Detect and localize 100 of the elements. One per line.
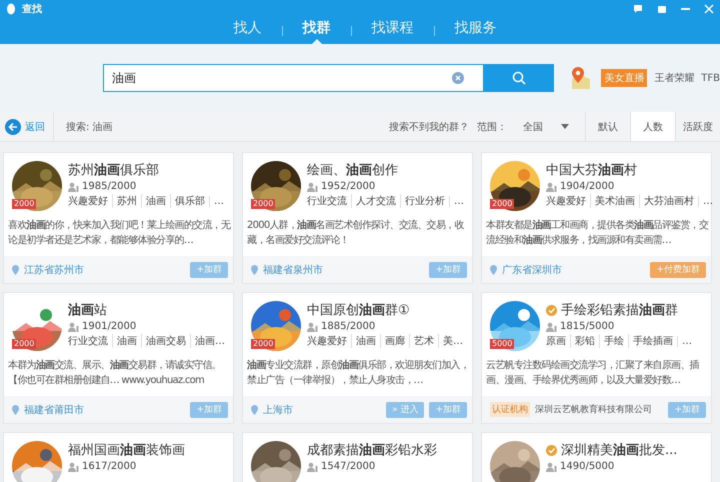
caret-icon [561,124,569,129]
group-description: 本群友都是油画工和画商，提供各类油画品评鉴赏，交流经验和油画供求服务，找画源和有卖画需… [485,218,710,248]
member-count: 1885/2000 [321,321,376,332]
location-text: 福建省泉州市 [263,264,323,276]
search-field[interactable]: 油画 [103,64,484,92]
group-tag: 油画 [112,334,141,348]
group-tag: 原画 [546,334,570,348]
member-count: 1547/2000 [321,461,376,472]
group-tag: 彩铅 [570,334,599,348]
group-tag: … [449,196,468,206]
group-description: 油画专业交流群，原创油画俱乐部，欢迎朋友们加入，禁止广告（一律举报），禁止人身攻击，… [246,358,470,388]
location-text: 福建省莆田市 [24,404,84,416]
help-link[interactable]: 搜索不到我的群？ [389,120,469,134]
group-card[interactable]: 成都素描油画彩铅水彩 1547/2000 [242,432,473,482]
members-icon [307,322,318,332]
location-text: 广东省深圳市 [502,264,562,276]
member-count: 1815/5000 [560,321,614,332]
range-dropdown[interactable]: 全国 [517,118,575,134]
group-name: 手绘彩铅素描油画群 [561,302,678,319]
group-card[interactable]: 2000 绘画、油画创作 1952/2000 行业交流 人才交流 行业分析 … 2000人群，油画名画艺术创作探讨、交流、交易，收藏，名画爱好交流评论！ 福建省泉州市 +加群 [242,152,473,284]
capacity-badge: 2000 [12,199,36,209]
group-tag: 行业交流 [307,194,351,208]
clear-icon [452,72,464,84]
sort-tab[interactable]: 人数 [630,112,675,141]
group-tag: 兴趣爱好 [68,194,112,208]
group-tag: 油画… [190,334,229,348]
group-tag: 手绘 [599,334,628,348]
members-icon [68,182,79,192]
chat-icon [633,4,643,14]
location-pin-icon [251,404,258,414]
verified-icon [546,444,557,456]
group-tag: 美… [438,334,467,348]
capacity-badge: 2000 [490,199,514,209]
group-name: 成都素描油画彩铅水彩 [307,442,437,459]
search-query-text: 搜索: 油画 [66,120,113,134]
verified-icon [546,304,557,316]
capacity-badge: 5000 [490,339,514,349]
sort-tab[interactable]: 活跃度 [675,112,720,141]
group-card[interactable]: 2000 苏州油画俱乐部 1985/2000 兴趣爱好 苏州 油画 俱乐部 … 喜欢油画的你，快来加入我们吧！莱上绘画的交流，无论是初学者还是艺术家，都能够体验分享的… 江苏省苏州市 +加群 [3,152,234,284]
group-name: 苏州油画俱乐部 [68,162,159,179]
capacity-badge: 2000 [251,199,276,209]
group-card[interactable]: 2000 油画站 1901/2000 行业交流 油画 油画交易 油画… 本群为油画交流、展示、油画交易群，请诚实守信。【你也可在群相册创建自… www.youhuaz.com 福建省莆田市 +加群 [3,292,234,424]
group-name: 油画站 [68,302,107,319]
organization-name: 深圳云艺帆教育科技有限公司 [535,403,652,416]
capacity-badge: 2000 [251,339,276,349]
search-button[interactable] [484,64,554,92]
capacity-badge: 2000 [12,339,36,349]
group-tag: 行业交流 [68,334,112,348]
group-name: 绘画、油画创作 [307,162,398,179]
group-tag: … [209,196,228,206]
group-tag: 油画 [141,194,170,208]
group-tag: 油画 [351,334,380,348]
location-pin-icon [12,404,19,414]
search-icon [512,71,526,85]
group-tag: 俱乐部 [170,194,209,208]
group-tag: 美术油画 [590,194,639,208]
group-tag: … [677,336,696,346]
group-tag: 苏州 [112,194,141,208]
group-description: 本群为油画交流、展示、油画交易群，请诚实守信。【你也可在群相册创建自… www.youhuaz.com [7,358,222,388]
hot-word-link[interactable]: TFB [701,72,720,84]
members-icon [546,462,557,472]
location-text: 江苏省苏州市 [24,264,84,276]
group-tag: 大芬油画村 [639,194,698,208]
location-text: 上海市 [263,404,293,416]
member-count: 1490/5000 [560,461,614,472]
members-icon [68,462,79,472]
group-description: 2000人群，油画名画艺术创作探讨、交流、交易，收藏，名画爱好交流评论！ [246,218,465,248]
member-count: 1617/2000 [82,461,136,472]
group-card[interactable]: 福州国画油画装饰画 1617/2000 [3,432,234,482]
group-tag: 行业分析 [400,194,449,208]
group-tag: 油画交易 [141,334,190,348]
group-card[interactable]: 2000 中国大芬油画村 1904/2000 兴趣爱好 美术油画 大芬油画村 … 本群友都是油画工和画商，提供各类油画品评鉴赏，交流经验和油画供求服务，找画源和有卖画需… 广东省深圳市 +付费加群 [481,152,712,284]
members-icon [68,322,79,332]
member-count: 1952/2000 [321,181,376,192]
location-pin-icon [251,264,258,274]
group-name: 深圳精美油画批发... [561,442,678,459]
window-title: 查找 [22,2,42,16]
member-count: 1985/2000 [82,181,136,192]
members-icon [546,322,557,332]
location-pin-icon [490,264,497,274]
member-count: 1901/2000 [82,321,136,332]
location-pin-icon [12,264,19,274]
group-tag: 人才交流 [351,194,400,208]
group-tag: 手绘插画 [628,334,677,348]
group-tag: 兴趣爱好 [546,194,590,208]
close-icon [704,4,714,14]
member-count: 1904/2000 [560,181,614,192]
group-tag: 兴趣爱好 [307,334,351,348]
group-name: 中国大芬油画村 [546,162,637,179]
group-card[interactable]: 深圳精美油画批发... 1490/5000 [481,432,712,482]
members-icon [307,182,318,192]
range-label: 范围： [477,120,507,134]
certified-tag: 认证机构 [490,402,530,417]
members-icon [307,462,318,472]
group-name: 中国原创油画群① [307,302,410,319]
group-description: 喜欢油画的你，快来加入我们吧！莱上绘画的交流，无论是初学者还是艺术家，都能够体验分享的… [7,218,232,248]
group-card[interactable]: 5000 手绘彩铅素描油画群 1815/5000 原画 彩铅 手绘 手绘插画 … 云艺帆专注数码绘画交流学习，汇聚了来自原画、插画、漫画、手绘界优秀画师，以及大量爱好数… 认证机构 深圳云艺帆教育科技有限公司 +加群 [481,292,712,424]
hot-word-link[interactable]: 王者荣耀 [654,71,694,85]
group-name: 福州国画油画装饰画 [68,442,185,459]
members-icon [546,182,557,192]
